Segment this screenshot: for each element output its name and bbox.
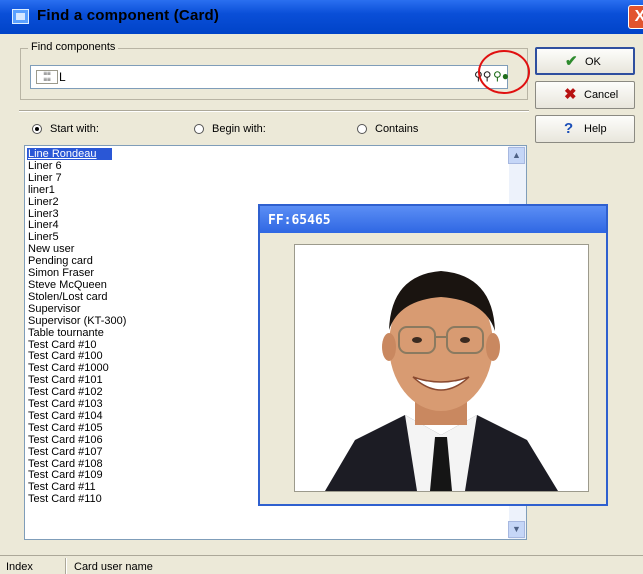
radio-begin-with-label: Begin with: [212,123,266,135]
list-item[interactable]: Liner 7 [27,172,497,184]
photo-popup-window[interactable]: FF:65465 [258,204,608,506]
cancel-label: Cancel [584,89,619,101]
help-button[interactable]: ? Help [535,115,635,143]
list-item[interactable]: liner1 [27,184,497,196]
separator [19,110,529,112]
popup-title: FF:65465 [268,213,331,228]
list-item[interactable]: Liner 6 [27,160,497,172]
cancel-button[interactable]: ✖ Cancel [535,81,635,109]
popup-title-bar[interactable]: FF:65465 [260,206,606,233]
portrait-illustration [295,245,588,491]
window-title: Find a component (Card) [37,7,220,24]
checkmark-icon: ✔ [565,53,578,70]
radio-start-with[interactable] [32,124,42,134]
highlight-circle [478,50,530,94]
list-icon: ≡≡ ≡≡ [36,70,58,84]
portrait-photo [294,244,589,492]
x-icon: ✖ [564,86,577,103]
question-icon: ? [564,120,574,137]
ok-label: OK [585,56,601,68]
scroll-down-icon[interactable]: ▼ [508,521,525,538]
scroll-up-icon[interactable]: ▲ [508,147,525,164]
group-legend: Find components [28,41,119,53]
search-value: L [59,70,66,84]
radio-contains-label: Contains [375,123,419,135]
ok-button[interactable]: ✔ OK [535,47,635,75]
close-button[interactable]: X [628,5,643,29]
search-input[interactable] [30,65,508,89]
status-index: Index [6,561,33,573]
radio-contains[interactable] [357,124,367,134]
radio-start-with-label: Start with: [50,123,99,135]
radio-begin-with[interactable] [194,124,204,134]
status-card-user-name: Card user name [74,561,153,573]
help-label: Help [584,123,607,135]
app-icon [12,9,29,24]
list-item[interactable]: Line Rondeau [27,148,112,160]
status-divider [65,558,67,574]
